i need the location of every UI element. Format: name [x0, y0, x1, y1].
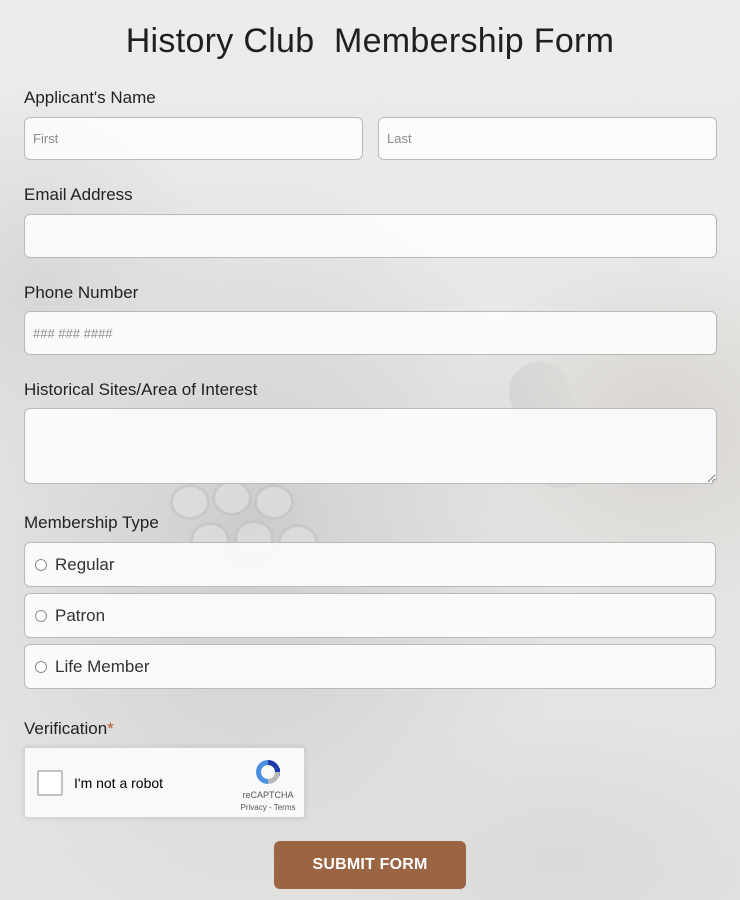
captcha-label: I'm not a robot [74, 775, 164, 791]
membership-option-regular[interactable]: Regular [24, 542, 716, 587]
captcha-checkbox[interactable] [37, 770, 63, 796]
recaptcha-widget: I'm not a robot reCAPTCHA Privacy - Term… [24, 747, 305, 818]
radio-circle-icon[interactable] [35, 558, 47, 571]
last-name-input[interactable] [378, 117, 717, 160]
recaptcha-icon [256, 760, 280, 784]
interest-label: Historical Sites/Area of Interest [24, 380, 258, 399]
phone-input[interactable] [24, 311, 717, 355]
membership-option-patron[interactable]: Patron [24, 593, 716, 638]
phone-label: Phone Number [24, 283, 139, 302]
page-title: History Club Membership Form [125, 22, 615, 60]
membership-option-label: Regular [55, 554, 115, 574]
applicant-name-label: Applicant's Name [24, 88, 156, 107]
membership-type-label: Membership Type [24, 513, 159, 532]
submit-button[interactable]: SUBMIT FORM [274, 841, 466, 889]
membership-form: History Club Membership Form Applicant's… [0, 0, 740, 900]
membership-option-label: Life Member [55, 656, 150, 676]
verification-label: Verification* [24, 719, 114, 739]
captcha-terms-link[interactable]: Privacy - Terms [236, 803, 300, 812]
email-label: Email Address [24, 185, 133, 204]
verification-label-text: Verification [24, 719, 108, 738]
first-name-input[interactable] [24, 117, 363, 160]
interest-textarea[interactable] [24, 408, 717, 484]
membership-option-life-member[interactable]: Life Member [24, 644, 716, 689]
email-input[interactable] [24, 214, 717, 258]
radio-circle-icon[interactable] [35, 609, 47, 622]
membership-option-label: Patron [55, 605, 106, 625]
radio-circle-icon[interactable] [35, 660, 47, 673]
required-mark: * [107, 719, 114, 738]
captcha-brand: reCAPTCHA [242, 790, 294, 800]
